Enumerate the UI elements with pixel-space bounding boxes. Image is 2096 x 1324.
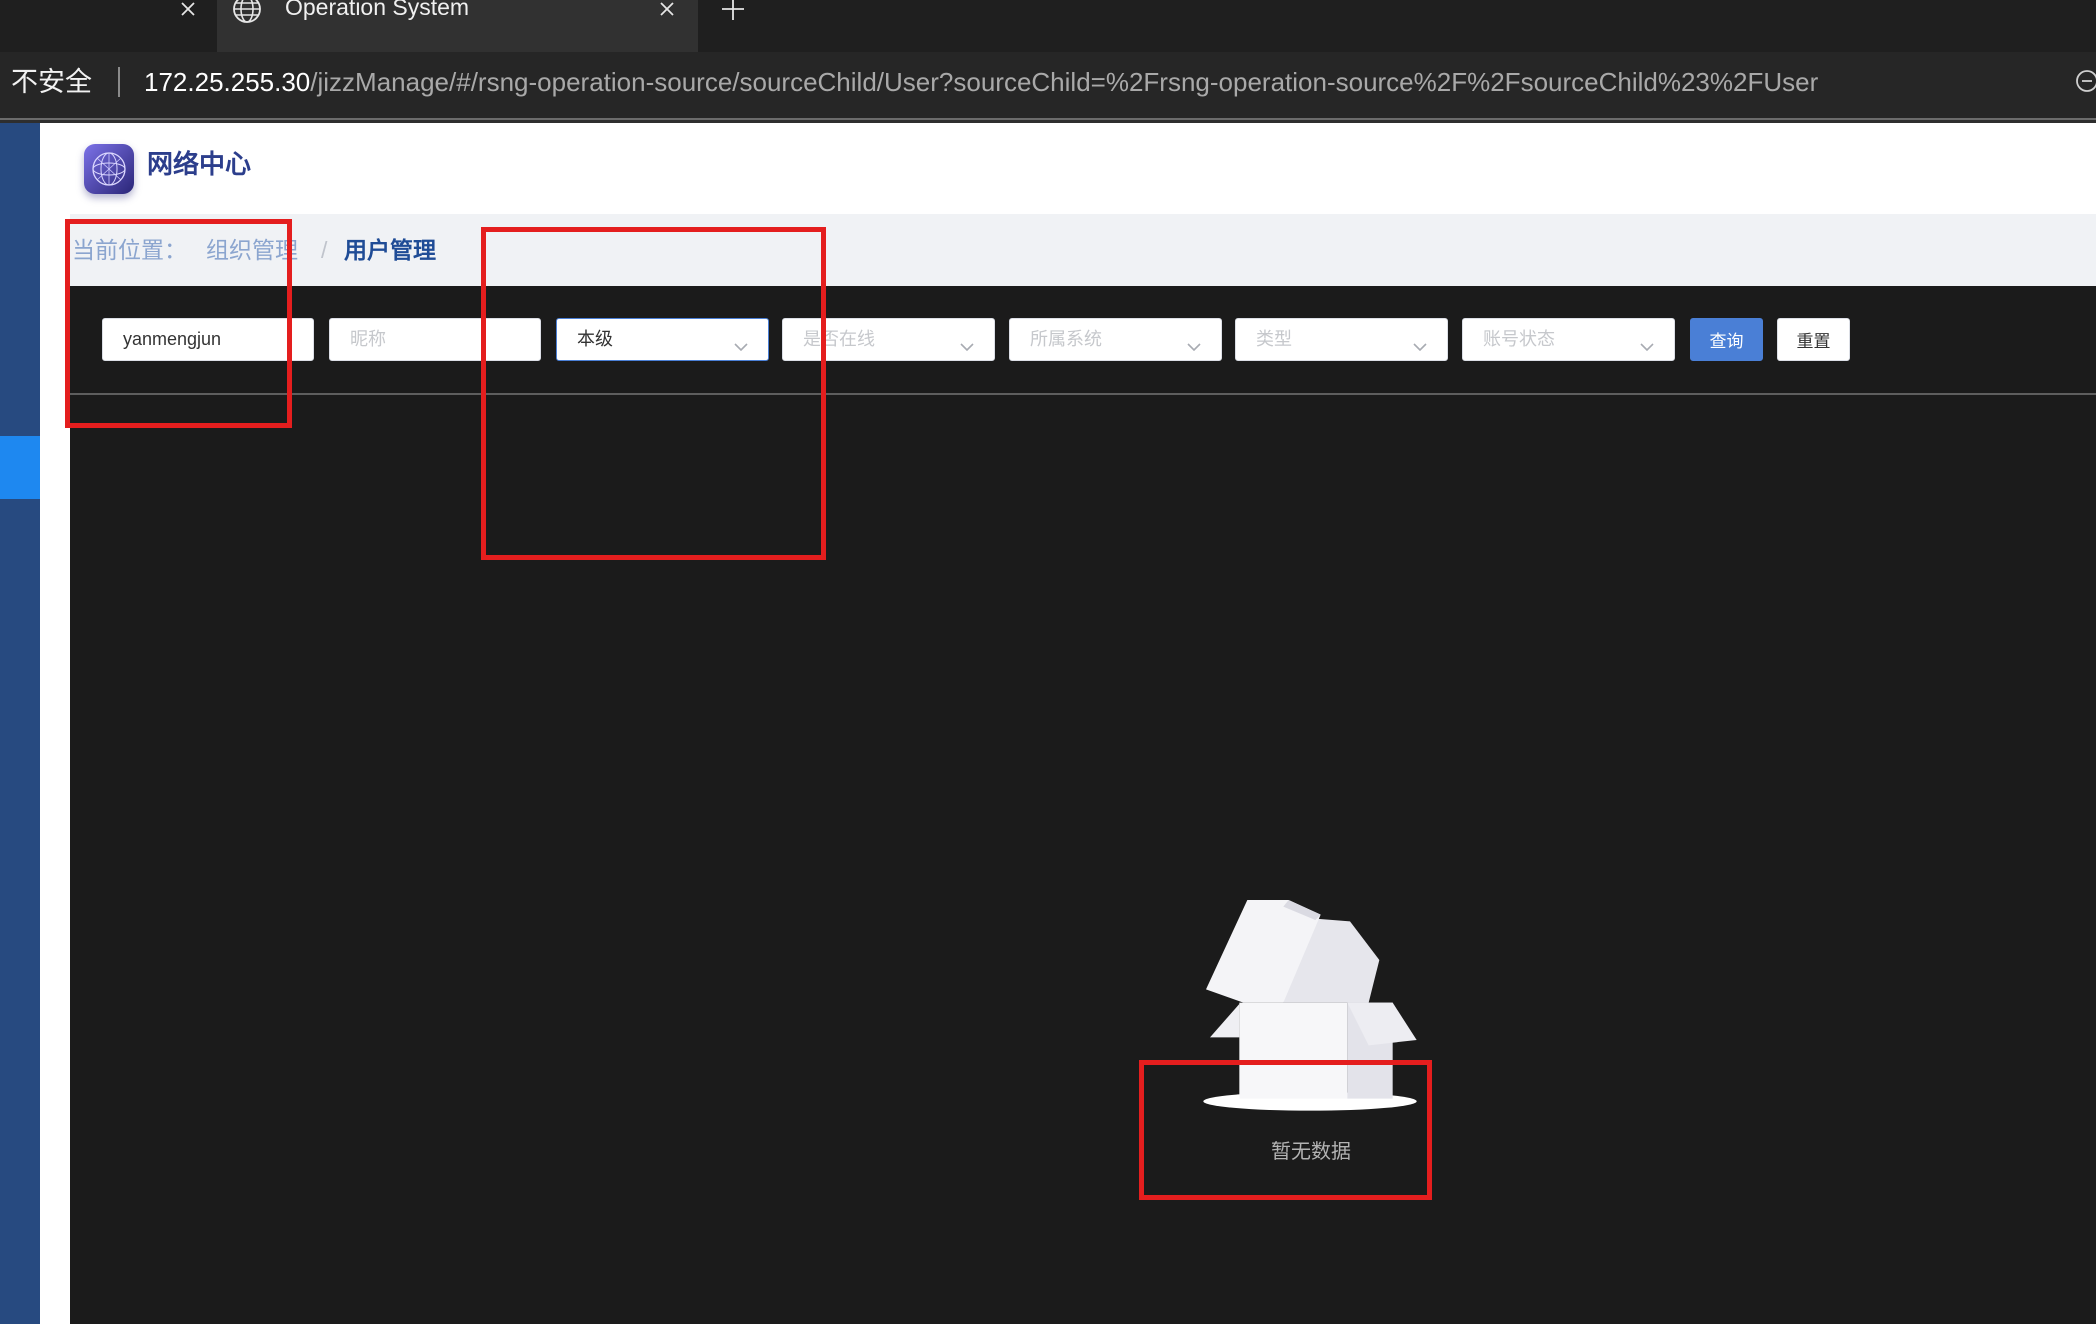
tab-title: Operation System [285, 0, 470, 20]
browser-tab-previous[interactable] [0, 0, 214, 52]
main-content: 本级 是否在线 所属系统 类型 账号状态 查询 重置 暂无数据 [70, 286, 2096, 1324]
address-bar[interactable]: 不安全 172.25.255.30/jizzManage/#/rsng-oper… [0, 52, 2096, 118]
browser-tab-strip: Operation System [0, 0, 2096, 52]
chevron-down-icon [1640, 335, 1654, 352]
filter-divider [70, 393, 2096, 395]
annotation-box [481, 227, 826, 560]
address-separator [118, 67, 120, 97]
breadcrumb: 当前位置： 组织管理 / 用户管理 [70, 214, 2096, 286]
app-header: 网络中心 [40, 123, 2096, 214]
close-icon[interactable] [659, 1, 675, 17]
url-host: 172.25.255.30 [144, 67, 311, 97]
system-select-placeholder: 所属系统 [1030, 329, 1102, 349]
chevron-down-icon [960, 335, 974, 352]
system-select[interactable]: 所属系统 [1009, 318, 1222, 361]
url-path: /jizzManage/#/rsng-operation-source/sour… [310, 67, 1819, 97]
type-select[interactable]: 类型 [1235, 318, 1448, 361]
breadcrumb-item-current: 用户管理 [344, 237, 436, 263]
browser-tab-active[interactable]: Operation System [217, 0, 698, 52]
zoom-out-icon[interactable] [2074, 68, 2096, 96]
security-status[interactable]: 不安全 [11, 65, 92, 99]
close-icon[interactable] [180, 1, 196, 17]
sidebar-item-active[interactable] [0, 436, 40, 499]
reset-button[interactable]: 重置 [1777, 318, 1850, 361]
chevron-down-icon [1187, 335, 1201, 352]
plus-icon[interactable] [722, 0, 744, 20]
status-select[interactable]: 账号状态 [1462, 318, 1675, 361]
status-select-placeholder: 账号状态 [1483, 329, 1555, 349]
brand-title: 网络中心 [147, 149, 252, 179]
annotation-box [1139, 1060, 1432, 1200]
annotation-box [65, 219, 292, 428]
logo[interactable] [83, 143, 135, 197]
chevron-down-icon [1413, 335, 1427, 352]
query-button[interactable]: 查询 [1690, 318, 1763, 361]
url-field[interactable]: 172.25.255.30/jizzManage/#/rsng-operatio… [144, 65, 2044, 99]
sidebar [0, 123, 40, 1324]
breadcrumb-separator: / [321, 237, 328, 263]
type-select-placeholder: 类型 [1256, 329, 1292, 349]
globe-icon [231, 0, 263, 25]
